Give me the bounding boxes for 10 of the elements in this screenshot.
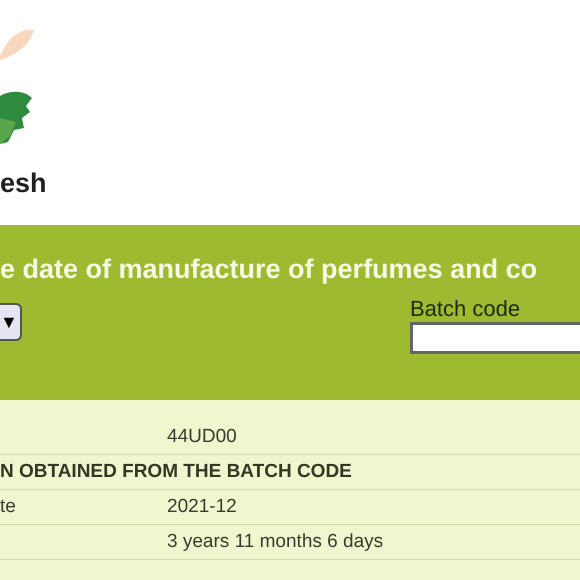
row-label: te [0,496,17,518]
row-value: 44UD00 [167,426,238,448]
row-value: 3 years 11 months 6 days [167,531,384,553]
page-title: e date of manufacture of perfumes and co [0,253,538,285]
section-heading: N OBTAINED FROM THE BATCH CODE [0,461,352,483]
row-value: 2021-12 [167,496,238,518]
logo-text: esh [0,170,48,197]
batch-code-field[interactable] [410,322,580,354]
field-label: Batch code [410,297,522,321]
dropdown-button[interactable]: ▼ [0,303,22,341]
